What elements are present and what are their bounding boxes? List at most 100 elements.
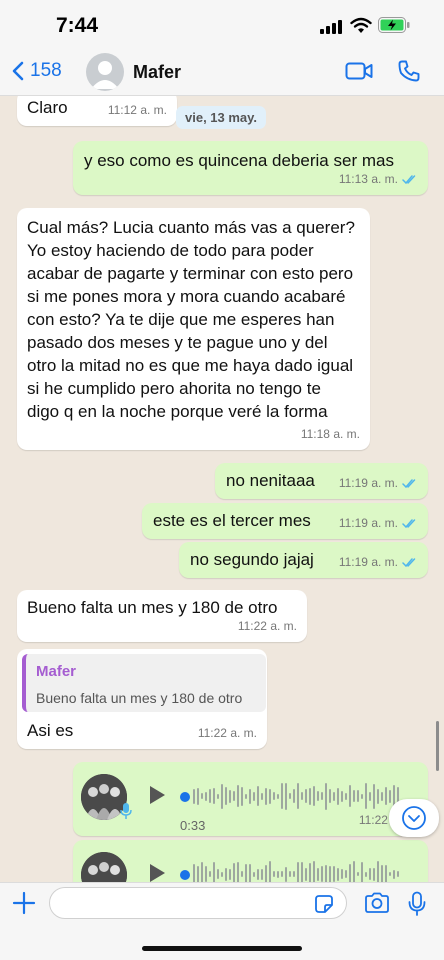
playback-position-dot[interactable] [180, 870, 190, 880]
home-indicator[interactable] [142, 946, 302, 951]
waveform-bar [289, 871, 291, 877]
message-time: 11:19 a. m. [339, 512, 418, 535]
waveform-bar [317, 867, 319, 881]
waveform-bar [365, 871, 367, 877]
waveform-bar [217, 869, 219, 879]
message-text: Claro [27, 98, 68, 117]
plus-icon[interactable] [12, 891, 36, 915]
chat-scrollbar[interactable] [436, 721, 439, 771]
waveform-bar [389, 872, 391, 876]
back-button[interactable]: 158 [12, 60, 62, 82]
message-bubble-incoming[interactable]: Bueno falta un mes y 180 de otro 11:22 a… [17, 590, 307, 642]
sticker-icon[interactable] [314, 894, 334, 914]
contact-avatar[interactable] [86, 53, 124, 91]
waveform-bar [289, 793, 291, 799]
back-chevron-icon [12, 61, 24, 81]
waveform-bar [269, 788, 271, 804]
waveform-bar [321, 866, 323, 882]
mic-icon[interactable] [407, 891, 427, 917]
waveform-bar [305, 789, 307, 803]
waveform-bar [329, 789, 331, 803]
message-text: no nenitaaa [226, 471, 315, 490]
waveform-bar [293, 789, 295, 803]
waveform-bar [369, 791, 371, 801]
default-avatar-icon [91, 61, 119, 89]
voice-waveform[interactable] [193, 780, 403, 812]
waveform-bar [313, 861, 315, 882]
message-time: 11:12 a. m. [107, 103, 167, 117]
message-time: 11:22 a. m. [197, 726, 257, 740]
date-chip: vie, 13 may. [176, 106, 267, 129]
video-call-icon[interactable] [345, 61, 373, 81]
voice-message[interactable] [73, 840, 428, 882]
composer-bar [0, 882, 444, 960]
waveform-bar [377, 861, 379, 882]
message-time: 11:22 a. m. [237, 619, 297, 633]
play-icon[interactable] [147, 784, 167, 806]
waveform-bar [229, 868, 231, 880]
waveform-bar [389, 789, 391, 803]
message-text: no segundo jajaj [190, 550, 314, 569]
message-text: Cual más? Lucia cuanto más vas a querer?… [27, 218, 355, 421]
voice-message[interactable]: 0:33 11:22 a. m. [73, 762, 428, 836]
play-icon[interactable] [147, 862, 167, 882]
waveform-bar [293, 871, 295, 877]
waveform-bar [209, 789, 211, 803]
scroll-to-bottom-button[interactable] [389, 799, 439, 837]
wifi-icon [350, 17, 372, 33]
waveform-bar [377, 788, 379, 804]
waveform-bar [197, 787, 199, 805]
camera-icon[interactable] [364, 892, 390, 914]
message-time: 11:18 a. m. [300, 427, 360, 441]
waveform-bar [397, 871, 399, 877]
waveform-bar [349, 864, 351, 882]
waveform-bar [309, 787, 311, 805]
playback-position-dot[interactable] [180, 792, 190, 802]
waveform-bar [285, 782, 287, 810]
waveform-bar [337, 867, 339, 881]
waveform-bar [393, 869, 395, 879]
waveform-bar [265, 787, 267, 805]
waveform-bar [213, 861, 215, 882]
voice-waveform[interactable] [193, 858, 403, 882]
message-time: 11:19 a. m. [339, 551, 418, 574]
double-check-icon [402, 479, 416, 489]
waveform-bar [297, 783, 299, 809]
message-bubble-incoming[interactable]: Claro 11:12 a. m. [17, 96, 177, 126]
waveform-bar [333, 791, 335, 801]
waveform-bar [205, 791, 207, 801]
waveform-bar [233, 791, 235, 801]
waveform-bar [385, 787, 387, 805]
message-bubble-outgoing[interactable]: y eso como es quincena deberia ser mas 1… [73, 141, 428, 195]
contact-name[interactable]: Mafer [133, 62, 181, 83]
waveform-bar [333, 866, 335, 882]
chat-area[interactable]: Claro 11:12 a. m. vie, 13 may. y eso com… [0, 96, 444, 882]
group-photo-icon [81, 852, 127, 882]
phone-icon[interactable] [397, 59, 421, 83]
waveform-bar [277, 793, 279, 799]
waveform-bar [353, 790, 355, 802]
waveform-bar [301, 792, 303, 800]
quoted-sender: Mafer [36, 663, 77, 680]
message-bubble-incoming[interactable]: Cual más? Lucia cuanto más vas a querer?… [17, 208, 370, 450]
quoted-text: Bueno falta un mes y 180 de otro [36, 690, 243, 706]
waveform-bar [345, 792, 347, 800]
quoted-message[interactable]: Mafer Bueno falta un mes y 180 de otro [22, 654, 266, 712]
message-bubble-outgoing[interactable]: este es el tercer mes 11:19 a. m. [142, 503, 428, 539]
waveform-bar [345, 870, 347, 878]
waveform-bar [201, 793, 203, 799]
message-bubble-outgoing[interactable]: no segundo jajaj 11:19 a. m. [179, 542, 428, 578]
mic-badge-icon [120, 803, 132, 819]
waveform-bar [245, 793, 247, 799]
message-bubble-reply[interactable]: Mafer Bueno falta un mes y 180 de otro A… [17, 649, 267, 749]
waveform-bar [257, 786, 259, 806]
waveform-bar [273, 871, 275, 877]
message-bubble-outgoing[interactable]: no nenitaaa 11:19 a. m. [215, 463, 428, 499]
message-time: 11:13 a. m. [339, 168, 418, 191]
waveform-bar [193, 788, 195, 804]
waveform-bar [313, 786, 315, 806]
message-input[interactable] [49, 887, 347, 919]
message-text: Asi es [27, 721, 74, 740]
waveform-bar [253, 791, 255, 801]
waveform-bar [361, 793, 363, 799]
